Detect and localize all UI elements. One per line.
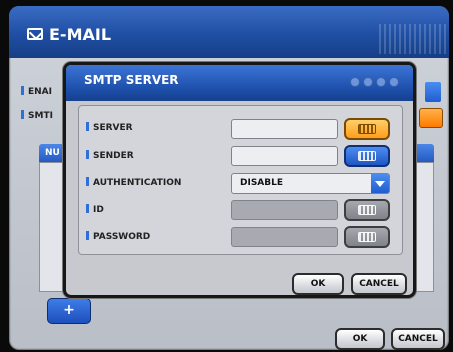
keyboard-icon — [358, 232, 376, 242]
server-input[interactable] — [231, 119, 338, 139]
password-label: PASSWORD — [86, 231, 150, 242]
email-window-title: E-MAIL — [27, 22, 111, 46]
sender-input[interactable] — [231, 146, 338, 166]
enable-label: ENAI — [21, 86, 52, 97]
sender-keyboard-button[interactable] — [344, 145, 390, 167]
password-keyboard-button — [344, 226, 390, 248]
smtp-setup-button[interactable] — [419, 108, 443, 128]
table-header-number: NU — [45, 148, 60, 158]
envelope-icon — [27, 28, 43, 40]
add-recipient-button[interactable]: + — [47, 298, 91, 324]
authentication-value: DISABLE — [240, 178, 284, 188]
email-window-header: E-MAIL — [9, 6, 449, 58]
enable-dropdown-arrow-icon[interactable] — [425, 82, 441, 102]
email-window-title-text: E-MAIL — [49, 24, 112, 44]
authentication-label: AUTHENTICATION — [86, 177, 181, 188]
decorative-dots-icon — [350, 77, 399, 87]
id-input — [231, 200, 338, 220]
email-ok-button[interactable]: OK — [335, 328, 385, 350]
sender-label: SENDER — [86, 150, 134, 161]
smtp-cancel-button[interactable]: CANCEL — [351, 273, 407, 295]
keyboard-icon — [358, 124, 376, 134]
smtp-ok-button[interactable]: OK — [292, 273, 344, 295]
header-decoration — [379, 24, 449, 54]
server-keyboard-button[interactable] — [344, 118, 390, 140]
email-cancel-button[interactable]: CANCEL — [391, 328, 445, 350]
dropdown-arrow-icon[interactable] — [371, 174, 389, 193]
authentication-select[interactable]: DISABLE — [231, 173, 390, 194]
smtp-label: SMTI — [21, 110, 53, 121]
keyboard-icon — [358, 205, 376, 215]
smtp-dialog-header: SMTP SERVER — [66, 65, 413, 101]
smtp-dialog-title: SMTP SERVER — [84, 73, 179, 87]
server-label: SERVER — [86, 122, 133, 133]
id-keyboard-button — [344, 199, 390, 221]
keyboard-icon — [358, 151, 376, 161]
password-input — [231, 227, 338, 247]
id-label: ID — [86, 204, 104, 215]
